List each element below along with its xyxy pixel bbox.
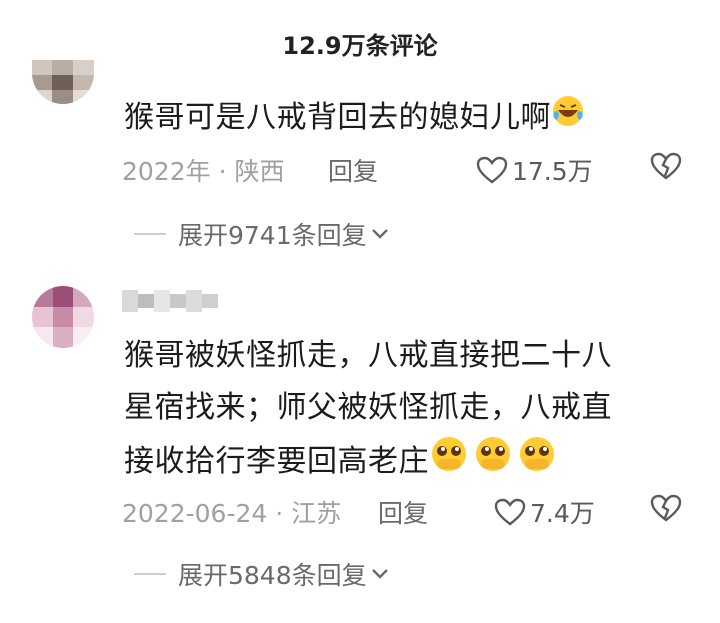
comment-text-line: 猴哥被妖怪抓走，八戒直接把二十八 bbox=[124, 338, 612, 373]
comment-count-title: 12.9万条评论 bbox=[282, 32, 438, 60]
dislike-button[interactable] bbox=[650, 494, 682, 526]
broken-heart-icon bbox=[650, 152, 682, 180]
chevron-down-icon bbox=[371, 229, 388, 239]
expand-replies-label: 展开5848条回复 bbox=[178, 561, 367, 590]
avatar[interactable] bbox=[32, 286, 94, 348]
heart-icon bbox=[476, 156, 508, 184]
pleading-face-emoji-icon bbox=[429, 434, 561, 491]
comment-body: 猴哥可是八戒背回去的媳妇儿啊 bbox=[124, 92, 585, 145]
comment-date-location: 2022-06-24 · 江苏 bbox=[122, 499, 342, 528]
username[interactable] bbox=[122, 290, 218, 312]
expand-replies-label: 展开9741条回复 bbox=[178, 221, 367, 250]
comment-text-line-with-emoji: 接收拾行李要回高老庄 bbox=[124, 434, 612, 491]
divider-line bbox=[134, 233, 166, 235]
like-count: 7.4万 bbox=[530, 499, 595, 528]
comment-text-line: 接收拾行李要回高老庄 bbox=[124, 444, 429, 479]
reply-button[interactable]: 回复 bbox=[328, 152, 378, 188]
laughing-tears-emoji-icon bbox=[551, 93, 585, 145]
avatar[interactable] bbox=[32, 60, 94, 104]
divider-line bbox=[134, 573, 166, 575]
dislike-button[interactable] bbox=[650, 152, 682, 184]
expand-replies-button[interactable]: 展开9741条回复 bbox=[134, 216, 389, 252]
expand-replies-button[interactable]: 展开5848条回复 bbox=[134, 556, 389, 592]
comment-body: 猴哥被妖怪抓走，八戒直接把二十八 星宿找来；师父被妖怪抓走，八戒直 接收拾行李要… bbox=[124, 330, 612, 491]
comment-text: 猴哥可是八戒背回去的媳妇儿啊 bbox=[124, 100, 551, 135]
broken-heart-icon bbox=[650, 494, 682, 522]
comment-date-location: 2022年 · 陕西 bbox=[122, 157, 285, 186]
reply-button[interactable]: 回复 bbox=[378, 494, 428, 530]
chevron-down-icon bbox=[371, 569, 388, 579]
heart-icon bbox=[494, 498, 526, 526]
like-button[interactable]: 17.5万 bbox=[476, 152, 593, 188]
like-button[interactable]: 7.4万 bbox=[494, 494, 595, 530]
like-count: 17.5万 bbox=[512, 157, 593, 186]
comment-text-line: 星宿找来；师父被妖怪抓走，八戒直 bbox=[124, 390, 612, 425]
